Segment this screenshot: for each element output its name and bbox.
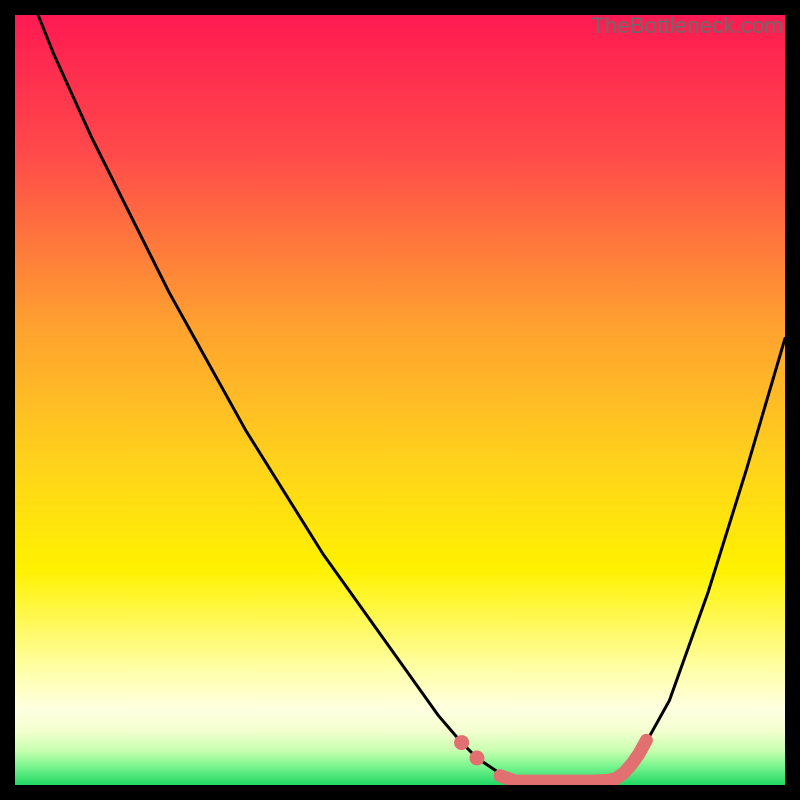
chart-frame: TheBottleneck.com [15, 15, 785, 785]
gradient-background [15, 15, 785, 785]
highlight-dot [470, 751, 485, 766]
highlight-flat-segment [500, 776, 615, 781]
bottleneck-chart [15, 15, 785, 785]
highlight-dot [454, 735, 469, 750]
watermark-text: TheBottleneck.com [591, 13, 783, 39]
